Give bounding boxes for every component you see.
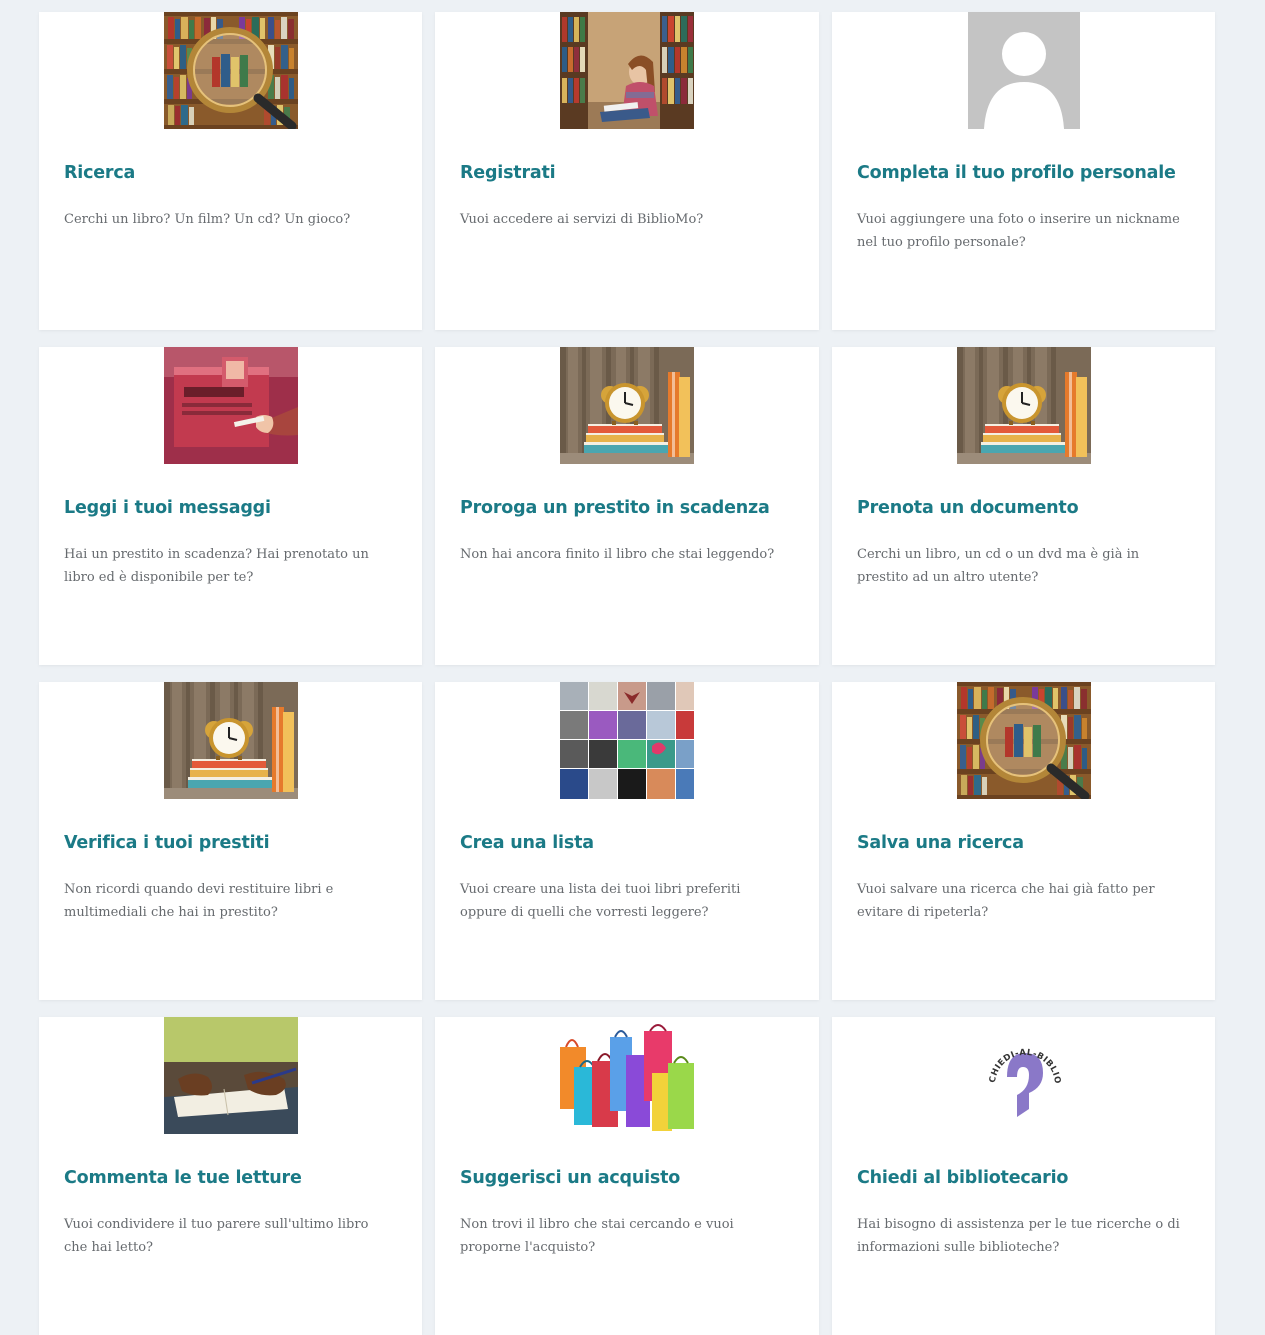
card-description: Vuoi salvare una ricerca che hai già fat… — [857, 882, 1155, 920]
card-description: Vuoi creare una lista dei tuoi libri pre… — [460, 882, 741, 920]
service-card-suggerisci-acquisto[interactable]: Suggerisci un acquisto Non trovi il libr… — [435, 1017, 819, 1335]
service-card-chiedi-bibliotecario[interactable]: CHIEDI-AL-BIBLIOTECARIO Chiedi al biblio… — [832, 1017, 1215, 1335]
card-description: Vuoi condividere il tuo parere sull'ulti… — [64, 1217, 369, 1255]
service-card-crea-lista[interactable]: Crea una lista Vuoi creare una lista dei… — [435, 682, 819, 1000]
card-description: Vuoi aggiungere una foto o inserire un n… — [857, 212, 1180, 250]
photo-collage-image — [560, 682, 694, 799]
card-title[interactable]: Verifica i tuoi prestiti — [64, 833, 402, 853]
bookshelf-magnifier-image — [164, 12, 298, 129]
card-title[interactable]: Suggerisci un acquisto — [460, 1168, 799, 1188]
service-card-prenota-documento[interactable]: Prenota un documento Cerchi un libro, un… — [832, 347, 1215, 665]
service-card-verifica-prestiti[interactable]: Verifica i tuoi prestiti Non ricordi qua… — [39, 682, 422, 1000]
default-avatar-image — [957, 12, 1091, 129]
card-description: Non trovi il libro che stai cercando e v… — [460, 1217, 734, 1255]
card-title[interactable]: Prenota un documento — [857, 498, 1195, 518]
service-card-salva-ricerca[interactable]: Salva una ricerca Vuoi salvare una ricer… — [832, 682, 1215, 1000]
card-description: Non hai ancora finito il libro che stai … — [460, 547, 775, 562]
service-card-commenta-letture[interactable]: Commenta le tue letture Vuoi condividere… — [39, 1017, 422, 1335]
card-title[interactable]: Ricerca — [64, 163, 402, 183]
woman-reading-in-library-image — [560, 12, 694, 129]
service-card-completa-profilo[interactable]: Completa il tuo profilo personale Vuoi a… — [832, 12, 1215, 330]
card-title[interactable]: Chiedi al bibliotecario — [857, 1168, 1195, 1188]
card-title[interactable]: Registrati — [460, 163, 799, 183]
card-description: Non ricordi quando devi restituire libri… — [64, 882, 334, 920]
services-grid: Ricerca Cerchi un libro? Un film? Un cd?… — [39, 12, 1215, 1335]
red-mailbox-image — [164, 347, 298, 464]
card-title[interactable]: Salva una ricerca — [857, 833, 1195, 853]
card-description: Cerchi un libro? Un film? Un cd? Un gioc… — [64, 212, 351, 227]
card-title[interactable]: Proroga un prestito in scadenza — [460, 498, 799, 518]
card-description: Cerchi un libro, un cd o un dvd ma è già… — [857, 547, 1140, 585]
service-card-ricerca[interactable]: Ricerca Cerchi un libro? Un film? Un cd?… — [39, 12, 422, 330]
card-description: Hai un prestito in scadenza? Hai prenota… — [64, 547, 369, 585]
card-title[interactable]: Commenta le tue letture — [64, 1168, 402, 1188]
alarm-clock-on-books-image — [164, 682, 298, 799]
alarm-clock-on-books-image — [560, 347, 694, 464]
service-card-leggi-messaggi[interactable]: Leggi i tuoi messaggi Hai un prestito in… — [39, 347, 422, 665]
alarm-clock-on-books-image — [957, 347, 1091, 464]
card-title[interactable]: Leggi i tuoi messaggi — [64, 498, 402, 518]
service-card-proroga-prestito[interactable]: Proroga un prestito in scadenza Non hai … — [435, 347, 819, 665]
chiedi-al-bibliotecario-logo: CHIEDI-AL-BIBLIOTECARIO — [956, 1017, 1091, 1134]
bookshelf-magnifier-image — [957, 682, 1091, 799]
card-description: Vuoi accedere ai servizi di BiblioMo? — [460, 212, 704, 227]
card-title[interactable]: Completa il tuo profilo personale — [857, 163, 1195, 183]
hands-writing-image — [164, 1017, 298, 1134]
service-card-registrati[interactable]: Registrati Vuoi accedere ai servizi di B… — [435, 12, 819, 330]
card-description: Hai bisogno di assistenza per le tue ric… — [857, 1217, 1180, 1255]
shopping-bags-image — [560, 1017, 694, 1134]
card-title[interactable]: Crea una lista — [460, 833, 799, 853]
